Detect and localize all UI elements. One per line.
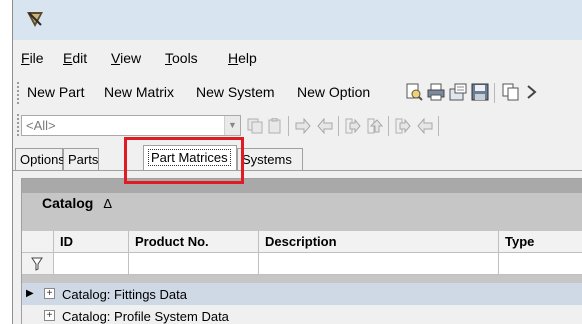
- tab-systems-label: Systems: [242, 152, 292, 167]
- group-by-catalog-chip[interactable]: Catalog Δ: [42, 195, 112, 211]
- tab-baseline: [13, 170, 582, 171]
- back-icon[interactable]: [417, 118, 433, 134]
- copy-icon[interactable]: [502, 83, 520, 101]
- menu-bar: File Edit View Tools Help: [13, 46, 582, 70]
- filter-toolbar-separator: [438, 116, 439, 136]
- annotation-highlight-box: [124, 137, 244, 184]
- expand-icon[interactable]: +: [44, 288, 55, 299]
- group-row[interactable]: + Catalog: Profile System Data: [22, 305, 582, 324]
- move-right-icon[interactable]: [345, 118, 361, 134]
- new-option-button[interactable]: New Option: [297, 84, 370, 100]
- tab-systems[interactable]: Systems: [237, 148, 303, 170]
- column-header-product-no[interactable]: Product No.: [129, 231, 259, 253]
- tab-options[interactable]: Options: [15, 148, 65, 170]
- part-matrices-grid: Catalog Δ ID Product No. Description Type…: [21, 178, 582, 324]
- toolbar-separator: [494, 83, 495, 103]
- filter-row-selector: [22, 253, 54, 275]
- filter-cell-type[interactable]: [499, 253, 582, 275]
- menu-file[interactable]: File: [21, 50, 44, 66]
- print-icon[interactable]: [427, 83, 445, 101]
- forward-icon[interactable]: [395, 118, 411, 134]
- filter-toolbar-separator: [338, 116, 339, 136]
- menu-file-rest: ile: [29, 50, 44, 66]
- catalog-filter-select[interactable]: <All> ▼: [21, 115, 241, 136]
- filter-cell-id[interactable]: [54, 253, 129, 275]
- menu-view[interactable]: View: [111, 50, 141, 66]
- save-icon[interactable]: [471, 83, 489, 101]
- tab-options-label: Options: [20, 152, 65, 167]
- column-header-type[interactable]: Type: [499, 231, 582, 253]
- menu-tools[interactable]: Tools: [165, 50, 198, 66]
- filter-toolbar: <All> ▼: [13, 112, 582, 140]
- tab-strip: Options Parts Part Matrices Systems: [13, 145, 582, 171]
- catalog-filter-value: <All>: [26, 118, 56, 133]
- copy-row-icon[interactable]: [247, 118, 263, 134]
- app-window: File Edit View Tools Help New Part New M…: [12, 0, 582, 324]
- menu-edit-rest: dit: [72, 50, 88, 66]
- group-row-label: Catalog: Profile System Data: [62, 309, 229, 324]
- group-by-label: Catalog: [42, 195, 94, 211]
- new-part-button[interactable]: New Part: [27, 84, 85, 100]
- menu-help-rest: elp: [238, 50, 257, 66]
- app-logo-icon: [27, 12, 43, 27]
- menu-help[interactable]: Help: [228, 50, 257, 66]
- arrow-right-icon[interactable]: [295, 118, 311, 134]
- filter-toolbar-grip[interactable]: [17, 114, 20, 136]
- filter-icon[interactable]: [31, 257, 43, 271]
- expand-icon[interactable]: +: [44, 310, 55, 321]
- menu-tools-rest: ools: [172, 50, 198, 66]
- chevron-right-icon[interactable]: [523, 83, 541, 101]
- new-matrix-button[interactable]: New Matrix: [104, 84, 174, 100]
- title-bar: [13, 0, 582, 40]
- import-icon[interactable]: [449, 83, 467, 101]
- group-row-label: Catalog: Fittings Data: [62, 287, 188, 302]
- filter-toolbar-separator: [288, 116, 289, 136]
- toolbar-grip[interactable]: [17, 82, 20, 104]
- row-selector-header: [22, 231, 54, 253]
- tab-parts-label: Parts: [68, 152, 99, 167]
- column-header-id[interactable]: ID: [54, 231, 129, 253]
- chevron-down-icon[interactable]: ▼: [224, 116, 240, 135]
- sort-ascending-icon[interactable]: Δ: [103, 196, 112, 211]
- menu-edit[interactable]: Edit: [63, 50, 87, 66]
- menu-view-rest: iew: [120, 50, 142, 66]
- current-row-indicator-icon: ▶: [26, 288, 34, 299]
- print-preview-icon[interactable]: [405, 83, 423, 101]
- column-header-description[interactable]: Description: [259, 231, 499, 253]
- filter-cell-product-no[interactable]: [129, 253, 259, 275]
- group-by-panel: [22, 179, 582, 193]
- move-up-icon[interactable]: [367, 118, 383, 134]
- new-system-button[interactable]: New System: [196, 84, 275, 100]
- group-row[interactable]: ▶ + Catalog: Fittings Data: [22, 283, 582, 305]
- filter-cell-description[interactable]: [259, 253, 499, 275]
- filter-toolbar-separator: [388, 116, 389, 136]
- tab-parts[interactable]: Parts: [63, 148, 99, 170]
- arrow-left-icon[interactable]: [317, 118, 333, 134]
- main-toolbar: New Part New Matrix New System New Optio…: [13, 78, 582, 108]
- paste-row-icon[interactable]: [267, 118, 283, 134]
